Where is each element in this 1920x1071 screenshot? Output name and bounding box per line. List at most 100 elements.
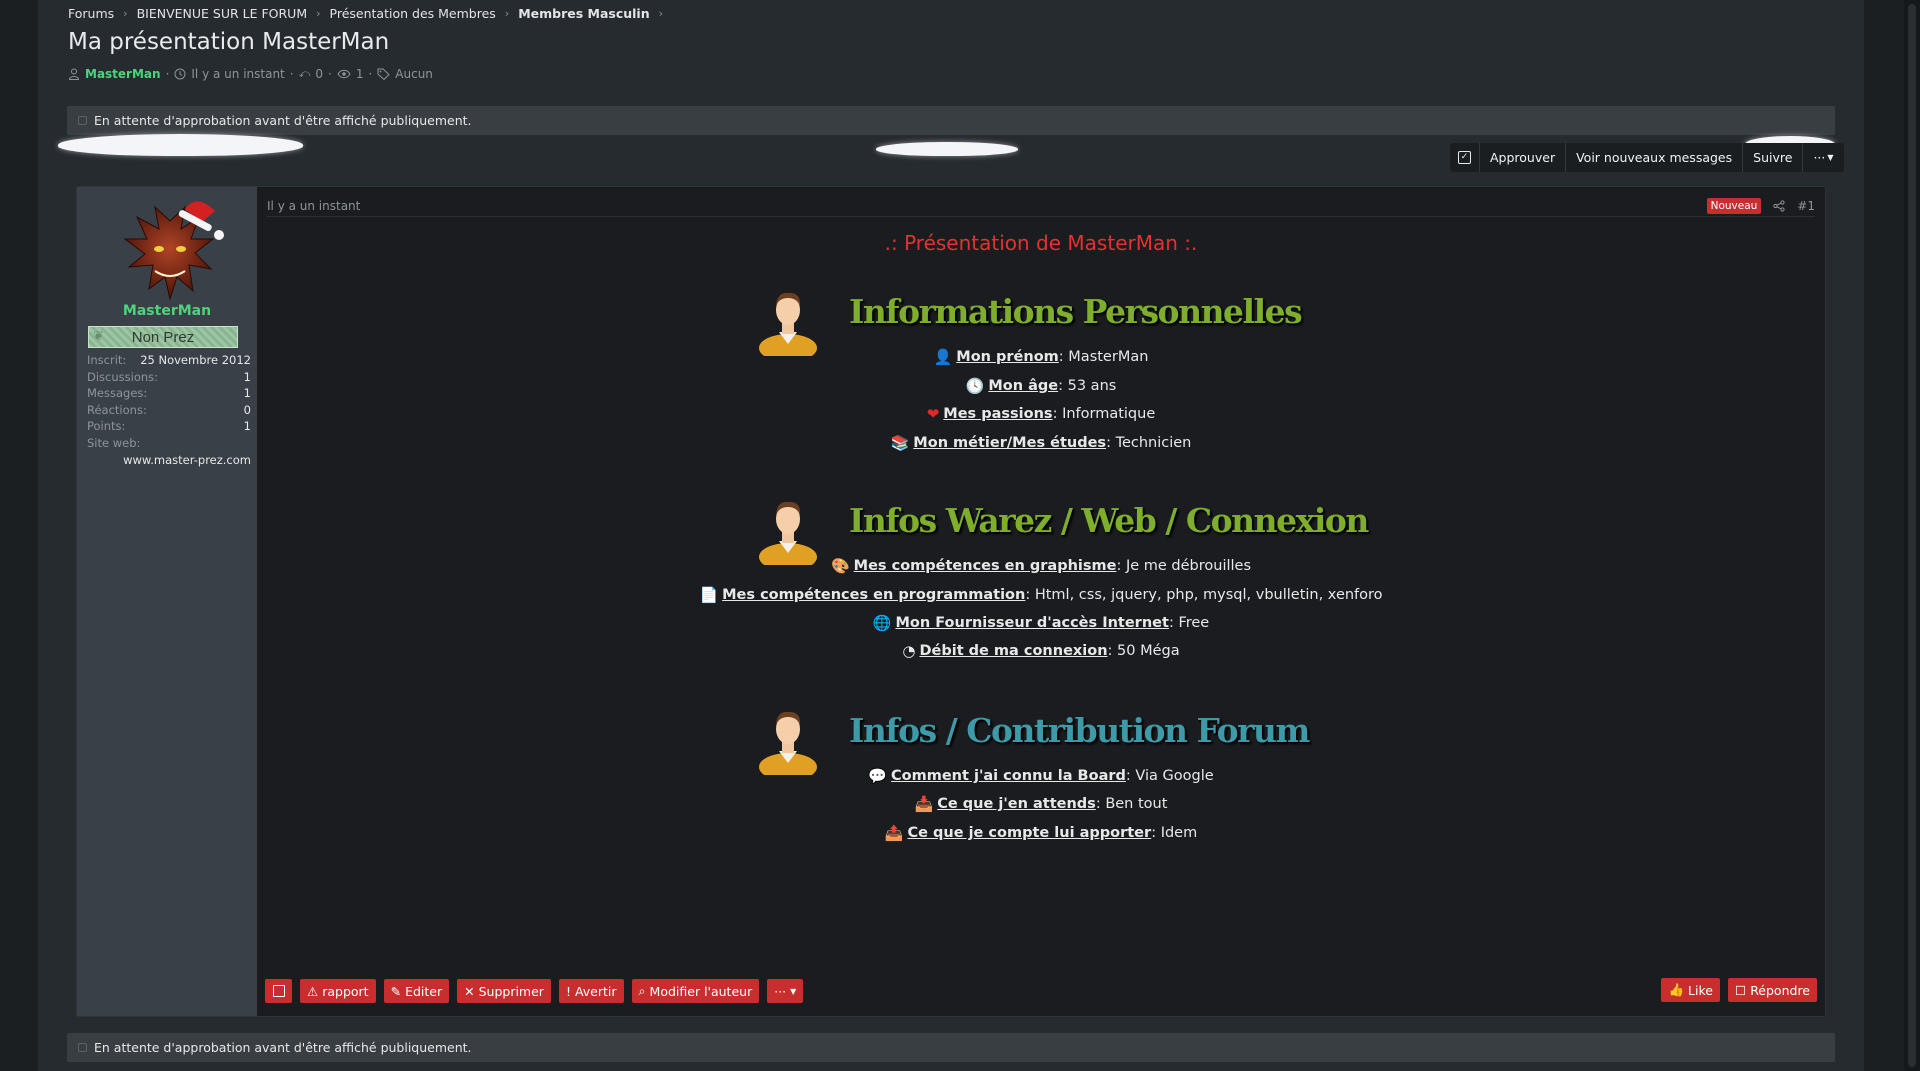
upload-icon: 📤 xyxy=(884,824,904,842)
more-menu-button[interactable]: ··· ▼ xyxy=(1803,143,1843,172)
warn-button[interactable]: ! Avertir xyxy=(558,979,624,1003)
clock-icon xyxy=(174,68,186,80)
info-value: Je me débrouilles xyxy=(1125,558,1252,574)
thumbs-up-icon: 👍 xyxy=(1668,982,1685,997)
info-line: 💬 Comment j'ai connu la Board: Via Google xyxy=(868,767,1214,785)
chat-icon: 💬 xyxy=(868,767,888,785)
info-value: Html, css, jquery, php, mysql, vbulletin… xyxy=(1034,587,1383,603)
breadcrumb-forums[interactable]: Forums xyxy=(68,6,114,21)
thread-time[interactable]: Il y a un instant xyxy=(191,67,284,81)
post-number[interactable]: #1 xyxy=(1797,199,1815,213)
stat-row: Inscrit: 25 Novembre 2012 xyxy=(87,352,251,369)
checkbox-icon xyxy=(272,985,285,997)
post-reactions: 👍 Like ☐ Répondre xyxy=(1661,978,1817,1002)
info-value: Free xyxy=(1178,615,1210,631)
thread-meta: MasterMan · Il y a un instant · ⤺ 0 · 1 … xyxy=(68,67,433,81)
breadcrumb-masculin[interactable]: Membres Masculin xyxy=(518,6,649,21)
info-label: Débit de ma connexion xyxy=(919,643,1108,659)
tag-icon xyxy=(377,68,391,80)
scrollbar-thumb[interactable] xyxy=(1908,4,1916,1067)
post-username[interactable]: MasterMan xyxy=(77,303,257,319)
pencil-icon: ✎ xyxy=(390,983,402,999)
leaf-icon: ❦ xyxy=(93,328,104,343)
books-icon: 📚 xyxy=(890,434,910,452)
info-line: 📤 Ce que je compte lui apporter: Idem xyxy=(884,824,1198,842)
heart-icon: ❤ xyxy=(926,405,940,423)
info-line: 📚 Mon métier/Mes études: Technicien xyxy=(890,434,1192,452)
share-icon[interactable] xyxy=(1773,199,1785,212)
new-messages-button[interactable]: Voir nouveaux messages xyxy=(1566,143,1744,172)
globe-icon: 🌐 xyxy=(872,614,892,632)
chevron-right-icon: › xyxy=(123,6,128,20)
breadcrumb: Forums › BIENVENUE SUR LE FORUM › Présen… xyxy=(68,5,663,21)
breadcrumb-presentations[interactable]: Présentation des Membres xyxy=(330,6,496,21)
user-rank-banner: ❦ Non Prez xyxy=(88,326,238,348)
person-icon: 👤 xyxy=(933,348,953,366)
info-label: Mon âge xyxy=(988,378,1059,394)
select-post-checkbox[interactable] xyxy=(265,979,292,1003)
info-line: ❤ Mes passions: Informatique xyxy=(926,405,1156,423)
section-title: Infos / Contribution Forum xyxy=(849,711,1310,750)
person-avatar-icon xyxy=(759,292,817,356)
follow-button[interactable]: Suivre xyxy=(1743,143,1804,172)
post-header: Il y a un instant Nouveau #1 xyxy=(267,195,1815,217)
report-button[interactable]: ⚠ rapport xyxy=(300,979,376,1003)
avatar[interactable] xyxy=(115,199,225,309)
stat-row: Réactions: 0 xyxy=(87,402,251,419)
stat-row: Points: 1 xyxy=(87,418,251,435)
user-stats: Inscrit: 25 Novembre 2012 Discussions: 1 M… xyxy=(87,352,251,468)
info-value: Informatique xyxy=(1062,406,1156,422)
scrollbar[interactable] xyxy=(1904,0,1920,1071)
breadcrumb-welcome[interactable]: BIENVENUE SUR LE FORUM xyxy=(137,6,308,21)
thread-author[interactable]: MasterMan xyxy=(85,67,161,81)
stat-value[interactable]: 1 xyxy=(244,369,251,386)
clock-icon: 🕓 xyxy=(965,377,985,395)
person-avatar-icon xyxy=(759,501,817,565)
chevron-right-icon: › xyxy=(658,6,664,20)
notice-checkbox[interactable] xyxy=(78,116,87,125)
like-label: Like xyxy=(1688,982,1713,998)
stat-row: Discussions: 1 xyxy=(87,369,251,386)
info-line: 🎨 Mes compétences en graphisme: Je me déb… xyxy=(830,557,1252,575)
approve-button[interactable]: Approuver xyxy=(1480,143,1567,172)
select-checkbox[interactable]: ✓ xyxy=(1450,143,1480,172)
info-value: 50 Méga xyxy=(1117,643,1180,659)
like-button[interactable]: 👍 Like xyxy=(1661,978,1720,1002)
delete-button[interactable]: ✕ Supprimer xyxy=(457,979,551,1003)
stat-value[interactable]: 1 xyxy=(244,385,251,402)
search-icon: ⌕ xyxy=(638,983,646,998)
info-value: Idem xyxy=(1160,825,1198,841)
chevron-right-icon: › xyxy=(504,6,510,20)
more-actions-button[interactable]: ··· ▼ xyxy=(767,979,804,1003)
more-label: ··· xyxy=(1813,150,1826,165)
stat-label: Inscrit: xyxy=(87,353,127,367)
section-title: Infos Warez / Web / Connexion xyxy=(849,501,1369,540)
user-pane: MasterMan ❦ Non Prez Inscrit: 25 Novembre… xyxy=(77,187,257,1016)
check-icon: ✓ xyxy=(1458,151,1471,164)
post-body: Il y a un instant Nouveau #1 .: Présenta… xyxy=(257,187,1825,1016)
info-value: Technicien xyxy=(1115,435,1192,451)
warning-icon: ⚠ xyxy=(307,983,319,999)
caret-down-icon: ▼ xyxy=(1827,153,1834,162)
close-icon: ✕ xyxy=(464,983,475,999)
reply-button[interactable]: ☐ Répondre xyxy=(1727,978,1817,1002)
eye-icon xyxy=(337,69,351,79)
section-title: Informations Personnelles xyxy=(849,292,1303,331)
change-author-button[interactable]: ⌕ Modifier l'auteur xyxy=(631,979,760,1003)
approval-notice-bottom: En attente d'approbation avant d'être af… xyxy=(67,1033,1835,1062)
stat-value[interactable]: 1 xyxy=(244,418,251,435)
edit-button[interactable]: ✎ Editer xyxy=(383,979,450,1003)
website-link[interactable]: www.master-prez.com xyxy=(87,452,251,469)
user-rank: Non Prez xyxy=(131,328,195,346)
palette-icon: 🎨 xyxy=(830,557,850,575)
replies-icon: ⤺ xyxy=(298,67,311,80)
post-message: MasterMan ❦ Non Prez Inscrit: 25 Novembre… xyxy=(76,186,1826,1017)
notice-text: En attente d'approbation avant d'être af… xyxy=(94,1040,472,1055)
stat-label: Réactions: xyxy=(87,402,147,417)
user-icon xyxy=(68,68,80,80)
notice-checkbox[interactable] xyxy=(78,1043,87,1052)
thread-tags[interactable]: Aucun xyxy=(395,67,433,81)
post-time[interactable]: Il y a un instant xyxy=(267,199,360,213)
reply-label: Répondre xyxy=(1750,982,1810,998)
delete-label: Supprimer xyxy=(478,983,544,999)
